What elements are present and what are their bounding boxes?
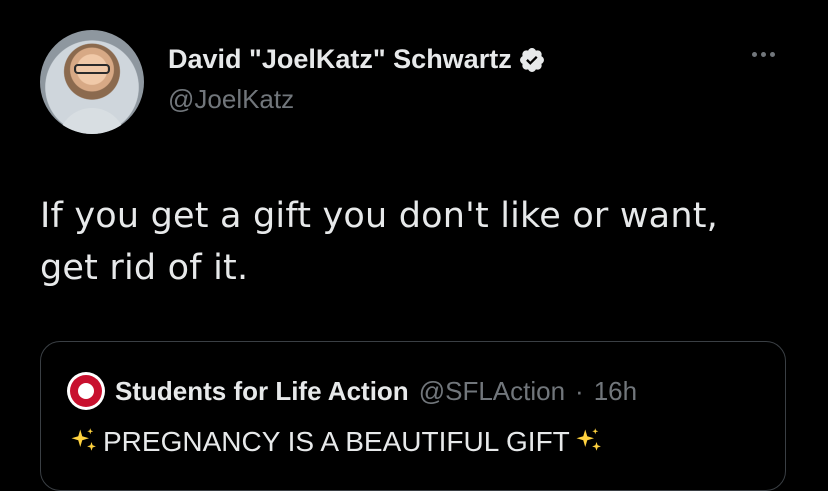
quoted-text-body: PREGNANCY IS A BEAUTIFUL GIFT <box>103 426 570 457</box>
more-dot <box>761 52 766 57</box>
separator-dot: · <box>575 375 584 406</box>
author-display-name[interactable]: David "JoelKatz" Schwartz <box>168 44 512 75</box>
quoted-timestamp[interactable]: 16h <box>594 376 637 407</box>
quoted-tweet-header: Students for Life Action @SFLAction · 16… <box>67 372 637 410</box>
tweet-text-line: get rid of it. <box>40 248 249 288</box>
avatar-shirt <box>58 108 126 134</box>
more-options-icon[interactable] <box>752 52 775 57</box>
more-dot <box>770 52 775 57</box>
quoted-author-name[interactable]: Students for Life Action <box>115 376 409 407</box>
author-avatar[interactable] <box>40 30 144 134</box>
sparkles-icon <box>576 428 601 451</box>
quoted-author-avatar[interactable] <box>67 372 105 410</box>
tweet-text: If you get a gift you don't like or want… <box>40 190 800 294</box>
quoted-tweet-text: PREGNANCY IS A BEAUTIFUL GIFT <box>69 426 604 458</box>
avatar-glasses <box>74 64 110 74</box>
quoted-tweet[interactable]: Students for Life Action @SFLAction · 16… <box>40 341 786 491</box>
more-dot <box>752 52 757 57</box>
tweet-text-line: If you get a gift you don't like or want… <box>40 196 718 236</box>
author-handle[interactable]: @JoelKatz <box>168 84 294 115</box>
author-name-row: David "JoelKatz" Schwartz <box>168 44 546 75</box>
quoted-author-handle[interactable]: @SFLAction <box>419 376 565 407</box>
sparkles-icon <box>71 428 96 451</box>
verified-badge-icon <box>519 47 544 72</box>
